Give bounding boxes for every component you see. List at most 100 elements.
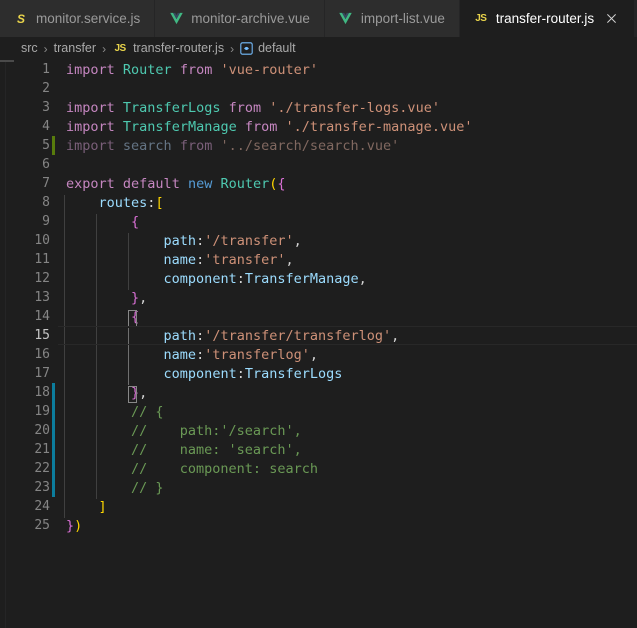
code-line[interactable]: 9 { — [0, 212, 637, 233]
indent-guide — [64, 479, 65, 499]
code-editor[interactable]: 1 import Router from 'vue-router' 2 3 import… — [0, 60, 637, 628]
indent-guide — [64, 346, 65, 366]
code-text: import TransferLogs from './transfer-log… — [66, 99, 440, 116]
code-line[interactable]: 21 // name: 'search', — [0, 440, 637, 461]
line-number: 21 — [34, 442, 50, 457]
code-line[interactable]: 25}) — [0, 516, 637, 535]
line-number: 25 — [34, 518, 50, 533]
code-line[interactable]: 6 — [0, 155, 637, 174]
code-text: component:TransferLogs — [58, 365, 637, 385]
diff-indicator-mod[interactable] — [50, 440, 58, 459]
line-number: 2 — [42, 81, 50, 96]
indent-guide — [128, 270, 129, 290]
code-line[interactable]: 14 { — [0, 307, 637, 328]
diff-gutter — [50, 155, 58, 174]
code-line[interactable]: 2 — [0, 79, 637, 98]
line-number: 7 — [42, 176, 50, 191]
vue-file-icon — [168, 11, 184, 27]
tab-label: monitor.service.js — [36, 10, 141, 26]
line-number: 15 — [34, 328, 50, 343]
code-content[interactable]: 1 import Router from 'vue-router' 2 3 import… — [0, 60, 637, 628]
diff-gutter — [50, 212, 58, 231]
code-line[interactable]: 20 // path:'/search', — [0, 421, 637, 442]
line-number: 11 — [34, 252, 50, 267]
code-line[interactable]: 17 component:TransferLogs — [0, 364, 637, 385]
tab-label: monitor-archive.vue — [191, 10, 310, 26]
code-text: { — [58, 308, 637, 328]
code-line[interactable]: 16 name:'transferlog', — [0, 345, 637, 366]
line-number: 23 — [34, 480, 50, 495]
breadcrumb-separator: › — [230, 41, 235, 56]
indent-guide — [64, 422, 65, 442]
breadcrumb-label: transfer-router.js — [133, 41, 225, 56]
editor-tab-transfer-router-js[interactable]: JS transfer-router.js — [459, 0, 635, 37]
code-text: path:'/transfer', — [58, 232, 637, 252]
code-text: routes:[ — [58, 194, 637, 214]
indent-guide — [128, 365, 129, 385]
code-line[interactable]: 18 }, — [0, 383, 637, 404]
breadcrumb-item-default[interactable]: default — [240, 42, 296, 55]
breadcrumb-item-src[interactable]: src — [21, 42, 38, 55]
diff-indicator-mod[interactable] — [50, 421, 58, 440]
indent-guide — [96, 403, 97, 423]
diff-gutter — [50, 345, 58, 364]
tab-label: import-list.vue — [360, 10, 445, 26]
diff-gutter — [50, 497, 58, 516]
tab-label: transfer-router.js — [495, 10, 595, 26]
diff-indicator-add[interactable] — [50, 136, 58, 155]
diff-indicator-mod[interactable] — [50, 478, 58, 497]
code-text: name:'transferlog', — [58, 346, 637, 366]
diff-gutter — [50, 193, 58, 212]
indent-guide — [96, 251, 97, 271]
code-line[interactable]: 19 // { — [0, 402, 637, 423]
close-icon[interactable] — [603, 11, 619, 27]
code-line[interactable]: 1 import Router from 'vue-router' — [0, 60, 637, 79]
indent-guide — [64, 289, 65, 309]
indent-guide — [64, 308, 65, 328]
diff-gutter — [50, 269, 58, 288]
indent-guide — [96, 308, 97, 328]
code-line[interactable]: 13 }, — [0, 288, 637, 309]
code-text: export default new Router({ — [66, 175, 286, 192]
code-line[interactable]: 7 export default new Router({ — [0, 174, 637, 193]
diff-indicator-mod[interactable] — [50, 459, 58, 478]
symbol-variable-icon — [240, 42, 253, 55]
editor-tab-monitor-archive-vue[interactable]: monitor-archive.vue — [155, 0, 325, 37]
breadcrumb-item-transfer-router-js[interactable]: JS transfer-router.js — [112, 41, 224, 57]
code-line[interactable]: 23 // } — [0, 478, 637, 499]
code-line[interactable]: 8 routes:[ — [0, 193, 637, 214]
code-line[interactable]: 4 import TransferManage from './transfer-… — [0, 117, 637, 136]
diff-indicator-mod[interactable] — [50, 383, 58, 402]
js-file-icon: JS — [475, 13, 487, 24]
diff-gutter — [50, 326, 58, 345]
code-line[interactable]: 11 name:'transfer', — [0, 250, 637, 271]
line-number: 10 — [34, 233, 50, 248]
breadcrumb-item-transfer[interactable]: transfer — [54, 42, 96, 55]
indent-guide — [64, 384, 65, 404]
line-number: 5 — [42, 138, 50, 153]
code-line[interactable]: 10 path:'/transfer', — [0, 231, 637, 252]
diff-gutter — [50, 79, 58, 98]
editor-tab-monitor-service-js[interactable]: Smonitor.service.js — [0, 0, 156, 37]
indent-guide — [128, 232, 129, 252]
indent-guide — [128, 346, 129, 366]
code-line[interactable]: 12 component:TransferManage, — [0, 269, 637, 290]
line-number: 9 — [42, 214, 50, 229]
indent-guide — [96, 479, 97, 499]
code-text: }, — [58, 289, 637, 309]
code-text: // component: search — [58, 460, 637, 480]
code-line[interactable]: 3 import TransferLogs from './transfer-lo… — [0, 98, 637, 117]
code-line[interactable]: 24 ] — [0, 497, 637, 518]
diff-gutter — [50, 516, 58, 535]
indent-guide — [96, 346, 97, 366]
diff-indicator-mod[interactable] — [50, 402, 58, 421]
indent-guide — [96, 365, 97, 385]
line-number: 13 — [34, 290, 50, 305]
diff-gutter — [50, 364, 58, 383]
editor-tab-import-list-vue[interactable]: import-list.vue — [324, 0, 460, 37]
indent-guide — [128, 251, 129, 271]
breadcrumb-label: default — [258, 41, 296, 56]
code-line[interactable]: 22 // component: search — [0, 459, 637, 480]
code-line[interactable]: 15 path:'/transfer/transferlog', — [0, 326, 637, 347]
code-line[interactable]: 5 import search from '../search/search.vu… — [0, 136, 637, 155]
